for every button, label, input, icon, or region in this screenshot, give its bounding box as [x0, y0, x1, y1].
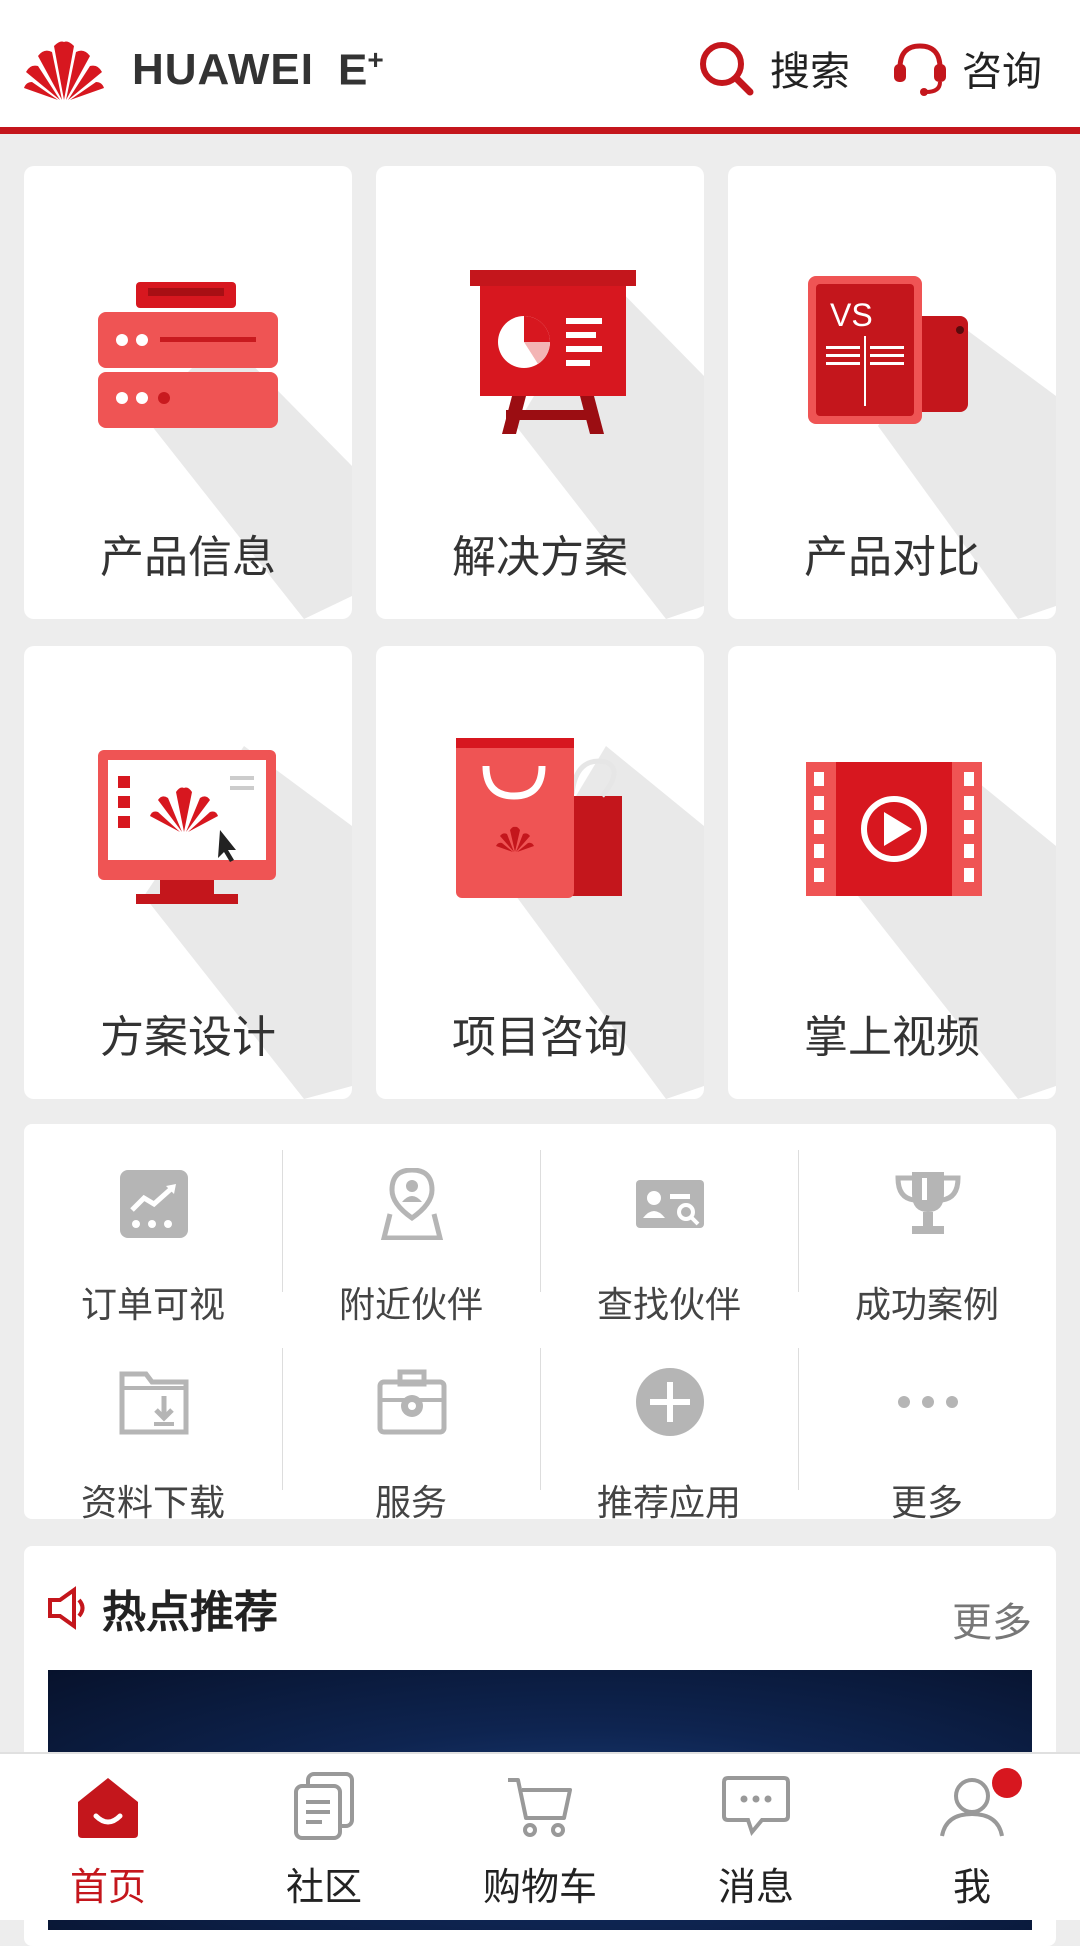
quick-item-nearby-partners[interactable]: 附近伙伴 — [282, 1144, 540, 1326]
nav-item-community[interactable]: 社区 — [216, 1754, 432, 1922]
cart-icon — [508, 1778, 572, 1837]
folder-download-icon — [119, 1371, 189, 1435]
brand-suffix: E+ — [338, 44, 384, 95]
bottom-nav: 首页 社区 购物车 消息 我 — [0, 1752, 1080, 1920]
tile-product-info[interactable]: 产品信息 — [24, 166, 352, 619]
quick-access-grid: 订单可视 附近伙伴 查找伙伴 成功案例 资料下载 服务 推荐应用 更多 — [24, 1124, 1056, 1524]
app-header: HUAWEI E+ 搜索 咨询 — [0, 0, 1080, 134]
id-card-search-icon — [636, 1180, 704, 1228]
tile-mobile-video[interactable]: 掌上视频 — [728, 646, 1056, 1099]
nav-item-messages[interactable]: 消息 — [648, 1754, 864, 1922]
more-dots-icon — [898, 1396, 958, 1408]
section-title: 热点推荐 — [102, 1587, 278, 1638]
quick-item-more[interactable]: 更多 — [798, 1342, 1056, 1524]
toolbox-gear-icon — [377, 1369, 447, 1435]
tile-solution-design[interactable]: 方案设计 — [24, 646, 352, 1099]
quick-item-label: 资料下载 — [80, 1483, 225, 1524]
nav-label: 首页 — [69, 1865, 146, 1909]
community-icon — [294, 1772, 354, 1840]
tile-label: 掌上视频 — [804, 1012, 980, 1063]
consult-button[interactable]: 咨询 — [892, 38, 1042, 98]
headset-icon — [894, 43, 946, 96]
nav-label: 消息 — [717, 1865, 794, 1909]
home-icon — [78, 1778, 138, 1838]
plus-circle-icon — [636, 1368, 704, 1436]
consult-label: 咨询 — [962, 49, 1042, 95]
notification-badge — [992, 1768, 1022, 1798]
tile-label: 产品对比 — [804, 532, 980, 583]
speaker-icon — [48, 1586, 85, 1630]
tile-solutions[interactable]: 解决方案 — [376, 166, 704, 619]
search-label: 搜索 — [770, 49, 850, 95]
quick-item-recommended-apps[interactable]: 推荐应用 — [540, 1342, 798, 1524]
location-partner-icon — [380, 1168, 444, 1240]
nav-item-home[interactable]: 首页 — [0, 1754, 216, 1922]
brand-name: HUAWEI — [132, 45, 314, 94]
order-chart-icon — [120, 1170, 188, 1238]
quick-item-label: 服务 — [374, 1483, 447, 1524]
quick-item-label: 订单可视 — [80, 1285, 225, 1326]
quick-item-label: 更多 — [890, 1483, 963, 1524]
message-icon — [722, 1776, 790, 1837]
nav-label: 社区 — [285, 1865, 362, 1909]
tile-project-consult[interactable]: 项目咨询 — [376, 646, 704, 1099]
quick-item-success-cases[interactable]: 成功案例 — [798, 1144, 1056, 1326]
quick-item-label: 推荐应用 — [596, 1483, 741, 1524]
quick-item-find-partners[interactable]: 查找伙伴 — [540, 1144, 798, 1326]
quick-item-service[interactable]: 服务 — [282, 1342, 540, 1524]
more-link[interactable]: 更多 — [952, 1590, 1032, 1648]
svg-text:VS: VS — [830, 297, 873, 333]
quick-item-label: 查找伙伴 — [596, 1285, 741, 1326]
search-button[interactable]: 搜索 — [696, 38, 850, 98]
huawei-logo: HUAWEI E+ — [24, 38, 384, 102]
tile-product-compare[interactable]: VS 产品对比 — [728, 166, 1056, 619]
tile-label: 解决方案 — [452, 532, 628, 583]
nav-label: 我 — [952, 1865, 991, 1909]
nav-item-cart[interactable]: 购物车 — [432, 1754, 648, 1922]
search-icon — [700, 42, 754, 96]
tile-label: 产品信息 — [100, 532, 276, 583]
quick-item-label: 附近伙伴 — [338, 1285, 483, 1326]
quick-item-label: 成功案例 — [854, 1285, 999, 1326]
huawei-petals-icon — [24, 41, 104, 100]
quick-item-order-visible[interactable]: 订单可视 — [24, 1144, 282, 1326]
nav-label: 购物车 — [482, 1865, 597, 1909]
nav-item-me[interactable]: 我 — [864, 1754, 1080, 1922]
tile-label: 项目咨询 — [452, 1012, 628, 1063]
quick-item-downloads[interactable]: 资料下载 — [24, 1342, 282, 1524]
trophy-icon — [895, 1172, 961, 1234]
tile-label: 方案设计 — [100, 1012, 276, 1063]
